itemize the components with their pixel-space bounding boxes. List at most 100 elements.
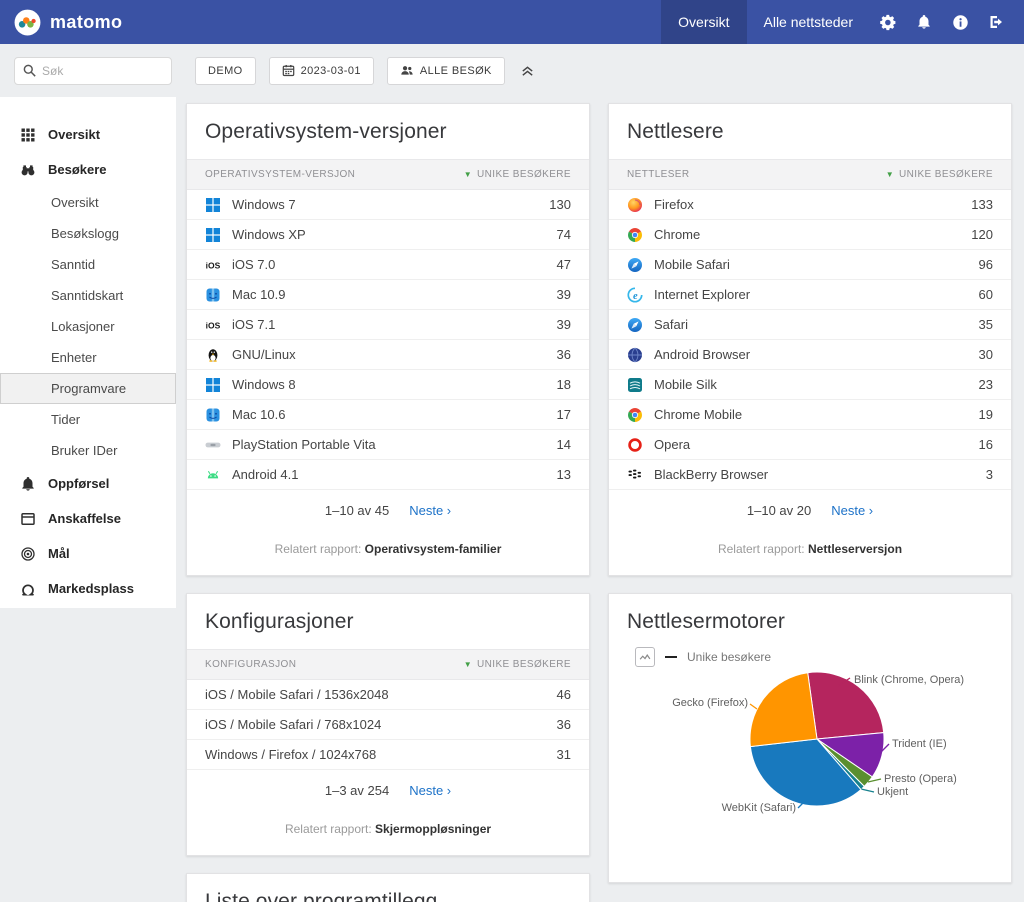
sidebar-item-oppf-rsel[interactable]: Oppførsel xyxy=(0,466,176,501)
next-page-link[interactable]: Neste › xyxy=(409,783,451,798)
sidebar-item-label: Sanntid xyxy=(51,257,96,272)
collapse-chevrons-up-icon[interactable] xyxy=(520,63,535,78)
table-row[interactable]: iOS / Mobile Safari / 768x1024 36 xyxy=(187,710,589,740)
related-report-link[interactable]: Skjermoppløsninger xyxy=(375,822,491,836)
sidebar-item-m-l[interactable]: Mål xyxy=(0,536,176,571)
table-row[interactable]: GNU/Linux 36 xyxy=(187,340,589,370)
table-row[interactable]: iOS / Mobile Safari / 1536x2048 46 xyxy=(187,680,589,710)
mac-icon xyxy=(205,407,221,423)
ios-icon: iOS xyxy=(205,257,221,273)
nav-tab-oversikt[interactable]: Oversikt xyxy=(661,0,747,44)
column-header-configuration[interactable]: Konfigurasjon xyxy=(205,659,296,670)
column-header-os-version[interactable]: Operativsystem-versjon xyxy=(205,169,355,180)
search-input[interactable] xyxy=(42,63,152,78)
browser-engines-pie-chart: Blink (Chrome, Opera) Trident (IE) Presto … xyxy=(672,671,964,814)
site-selector-button[interactable]: DEMO xyxy=(195,56,256,85)
sidebar-item-sanntid[interactable]: Sanntid xyxy=(0,249,176,280)
target-icon xyxy=(20,546,36,562)
bell-icon xyxy=(20,476,36,492)
matomo-logo[interactable]: matomo xyxy=(14,9,122,36)
sidebar-item-label: Mål xyxy=(48,546,70,561)
ios-icon: iOS xyxy=(205,317,221,333)
sidebar-item-bruker-ider[interactable]: Bruker IDer xyxy=(0,435,176,466)
sidebar-item-label: Lokasjoner xyxy=(51,319,115,334)
table-row[interactable]: Safari 35 xyxy=(609,310,1011,340)
related-report-link[interactable]: Nettleserversjon xyxy=(808,542,902,556)
settings-icon[interactable] xyxy=(870,0,906,44)
firefox-icon xyxy=(627,197,643,213)
table-row[interactable]: Android Browser 30 xyxy=(609,340,1011,370)
card-plugins-partial: Liste over programtillegg xyxy=(186,873,590,902)
next-page-link[interactable]: Neste › xyxy=(831,503,873,518)
related-report-prefix: Relatert rapport: xyxy=(717,542,805,556)
card-title-browsers: Nettlesere xyxy=(627,120,724,143)
table-row[interactable]: Android 4.1 13 xyxy=(187,460,589,490)
grid-icon xyxy=(20,127,36,143)
sidebar-item-bes-kslogg[interactable]: Besøkslogg xyxy=(0,218,176,249)
table-row[interactable]: e Internet Explorer 60 xyxy=(609,280,1011,310)
row-label: iOS / Mobile Safari / 1536x2048 xyxy=(205,687,389,702)
row-value: 46 xyxy=(556,687,571,702)
table-row[interactable]: Windows 7 130 xyxy=(187,190,589,220)
column-header-browser[interactable]: Nettleser xyxy=(627,169,690,180)
sidebar-item-enheter[interactable]: Enheter xyxy=(0,342,176,373)
related-report-link[interactable]: Operativsystem-familier xyxy=(365,542,502,556)
sidebar-item-programvare[interactable]: Programvare xyxy=(0,373,176,404)
column-header-unique-visitors[interactable]: ▼ Unike besøkere xyxy=(886,169,993,180)
sidebar-item-anskaffelse[interactable]: Anskaffelse xyxy=(0,501,176,536)
table-row[interactable]: Mobile Silk 23 xyxy=(609,370,1011,400)
table-row[interactable]: PlayStation Portable Vita 14 xyxy=(187,430,589,460)
sidebar-item-label: Sanntidskart xyxy=(51,288,124,303)
table-row[interactable]: Windows / Firefox / 1024x768 31 xyxy=(187,740,589,770)
table-row[interactable]: Windows 8 18 xyxy=(187,370,589,400)
row-value: 39 xyxy=(556,317,571,332)
table-row[interactable]: Chrome Mobile 19 xyxy=(609,400,1011,430)
table-row[interactable]: Chrome 120 xyxy=(609,220,1011,250)
sort-desc-icon: ▼ xyxy=(463,659,473,669)
sidebar-item-label: Oversikt xyxy=(51,195,99,210)
date-range-button[interactable]: 2023-03-01 xyxy=(268,56,374,85)
opera-icon xyxy=(627,437,643,453)
table-row[interactable]: iOS iOS 7.0 47 xyxy=(187,250,589,280)
playstation-icon xyxy=(205,437,221,453)
pie-slice-gecko-firefox-[interactable] xyxy=(749,672,818,748)
sidebar-item-label: Tider xyxy=(51,412,81,427)
sidebar-item-oversikt[interactable]: Oversikt xyxy=(0,187,176,218)
androidbrowser-icon xyxy=(627,347,643,363)
table-row[interactable]: Mobile Safari 96 xyxy=(609,250,1011,280)
sidebar-item-label: Anskaffelse xyxy=(48,511,121,526)
row-value: 31 xyxy=(556,747,571,762)
row-value: 13 xyxy=(556,467,571,482)
sidebar-item-bes-kere[interactable]: Besøkere xyxy=(0,152,176,187)
column-header-unique-visitors[interactable]: ▼ Unike besøkere xyxy=(464,169,571,180)
column-header-unique-visitors[interactable]: ▼ Unike besøkere xyxy=(464,659,571,670)
sidebar-item-lokasjoner[interactable]: Lokasjoner xyxy=(0,311,176,342)
sidebar-item-tider[interactable]: Tider xyxy=(0,404,176,435)
logout-icon[interactable] xyxy=(978,0,1014,44)
toolbar: DEMO 2023-03-01 ALLE BESØK xyxy=(0,44,1024,97)
table-row[interactable]: Mac 10.6 17 xyxy=(187,400,589,430)
next-page-link[interactable]: Neste › xyxy=(409,503,451,518)
notifications-bell-icon[interactable] xyxy=(906,0,942,44)
row-value: 120 xyxy=(971,227,993,242)
table-row[interactable]: Mac 10.9 39 xyxy=(187,280,589,310)
sidebar-item-markedsplass[interactable]: Markedsplass xyxy=(0,571,176,606)
sidebar-item-sanntidskart[interactable]: Sanntidskart xyxy=(0,280,176,311)
row-value: 17 xyxy=(556,407,571,422)
table-row[interactable]: Windows XP 74 xyxy=(187,220,589,250)
related-report-prefix: Relatert rapport: xyxy=(284,822,372,836)
table-row[interactable]: Firefox 133 xyxy=(609,190,1011,220)
table-row[interactable]: Opera 16 xyxy=(609,430,1011,460)
segment-selector-button[interactable]: ALLE BESØK xyxy=(386,56,505,85)
row-label: PlayStation Portable Vita xyxy=(232,437,376,452)
safari-icon xyxy=(627,257,643,273)
row-value: 35 xyxy=(978,317,993,332)
nav-tab-alle-nettsteder[interactable]: Alle nettsteder xyxy=(747,0,871,44)
calendar-icon xyxy=(282,64,295,77)
search-box xyxy=(14,56,172,85)
info-icon[interactable] xyxy=(942,0,978,44)
table-row[interactable]: iOS iOS 7.1 39 xyxy=(187,310,589,340)
table-row[interactable]: BlackBerry Browser 3 xyxy=(609,460,1011,490)
sidebar-item-oversikt[interactable]: Oversikt xyxy=(0,117,176,152)
row-label: GNU/Linux xyxy=(232,347,296,362)
